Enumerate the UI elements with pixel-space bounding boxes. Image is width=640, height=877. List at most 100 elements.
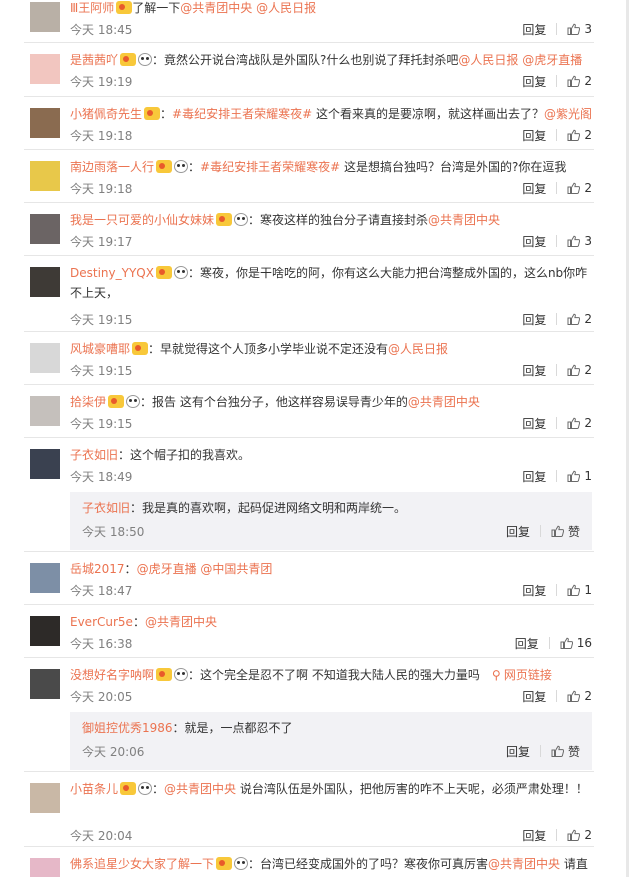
reply-button[interactable]: 回复 — [515, 635, 549, 652]
reply-button[interactable]: 回复 — [506, 743, 540, 760]
reply-user-name[interactable]: 御姐控优秀1986 — [82, 721, 173, 735]
like-button[interactable]: 2 — [567, 181, 592, 195]
mention-link[interactable]: @共青团中央 — [180, 1, 252, 15]
thumbs-up-icon — [567, 182, 581, 194]
thumbs-up-icon — [551, 525, 565, 537]
mention-link[interactable]: @人民日报 — [256, 1, 316, 15]
avatar[interactable] — [30, 214, 60, 244]
comment-actions: 回复 3 — [522, 231, 592, 251]
like-button[interactable]: 2 — [567, 828, 592, 842]
reply-button[interactable]: 回复 — [522, 311, 556, 328]
mention-link[interactable]: @人民日报 — [458, 53, 518, 67]
user-name[interactable]: 拾柒伊 — [70, 395, 106, 409]
action-divider — [548, 637, 550, 649]
reply-user-name[interactable]: 子衣如旧 — [82, 501, 130, 515]
avatar[interactable] — [30, 2, 60, 32]
like-count: 16 — [576, 636, 592, 650]
reply-button[interactable]: 回复 — [522, 127, 556, 144]
avatar[interactable] — [30, 669, 60, 699]
like-button[interactable]: 2 — [567, 128, 592, 142]
hashtag-link[interactable]: #毒纪安排王者荣耀寒夜# — [172, 107, 312, 121]
mention-link[interactable]: @虎牙直播 — [137, 562, 197, 576]
like-count: 2 — [584, 74, 592, 88]
reply-button[interactable]: 回复 — [522, 827, 556, 844]
user-name[interactable]: Ⅲ王阿师 — [70, 1, 114, 15]
mention-link[interactable]: @虎牙直播 — [522, 53, 582, 67]
like-button[interactable]: 2 — [567, 74, 592, 88]
user-name[interactable]: 子衣如旧 — [70, 448, 118, 462]
avatar[interactable] — [30, 616, 60, 646]
avatar[interactable] — [30, 449, 60, 479]
scrollbar-track[interactable] — [626, 0, 629, 877]
mention-link[interactable]: @共青团中央 — [408, 395, 480, 409]
avatar[interactable] — [30, 267, 60, 297]
user-name[interactable]: 佛系追星少女大家了解一下 — [70, 857, 214, 871]
like-button[interactable]: 16 — [560, 636, 592, 650]
comment-time: 今天 19:15 — [70, 313, 133, 327]
avatar[interactable] — [30, 343, 60, 373]
like-button[interactable]: 2 — [567, 416, 592, 430]
panda-emoji-icon — [126, 395, 141, 408]
reply-button[interactable]: 回复 — [522, 415, 556, 432]
avatar[interactable] — [30, 161, 60, 191]
mention-link[interactable]: @共青团中央 — [164, 782, 236, 796]
action-divider — [556, 129, 558, 141]
vip-badge-icon — [216, 857, 233, 870]
mention-link[interactable]: @人民日报 — [388, 342, 448, 356]
mention-link[interactable]: @共青团中央 — [428, 213, 500, 227]
like-button[interactable]: 赞 — [551, 523, 580, 540]
comment-text: ：寒夜这样的独台分子请直接封杀 — [248, 213, 429, 227]
user-name[interactable]: 风城豪嘈耶 — [70, 342, 130, 356]
mention-link[interactable]: @共青团中央 — [145, 615, 217, 629]
hashtag-link[interactable]: #毒纪安排王者荣耀寒夜# — [200, 160, 340, 174]
user-name[interactable]: 没想好名字呐啊 — [70, 668, 154, 682]
user-name[interactable]: 小苗条儿 — [70, 782, 118, 796]
like-button[interactable]: 2 — [567, 689, 592, 703]
scrollbar[interactable] — [614, 0, 640, 877]
user-name[interactable]: EverCur5e — [70, 615, 133, 629]
vip-badge-icon — [132, 342, 149, 355]
action-divider — [556, 182, 558, 194]
like-button[interactable]: 赞 — [551, 743, 580, 760]
avatar[interactable] — [30, 783, 60, 813]
avatar[interactable] — [30, 396, 60, 426]
like-button[interactable]: 1 — [567, 469, 592, 483]
reply-button[interactable]: 回复 — [522, 468, 556, 485]
comment-divider — [24, 551, 594, 552]
like-button[interactable]: 2 — [567, 312, 592, 326]
user-name[interactable]: 我是一只可爱的小仙女妹妹 — [70, 213, 214, 227]
user-name[interactable]: 小猪佩奇先生 — [70, 107, 142, 121]
user-name[interactable]: Destiny_YYQX — [70, 266, 154, 280]
reply-button[interactable]: 回复 — [522, 73, 556, 90]
avatar[interactable] — [30, 54, 60, 84]
comment-body: 我是一只可爱的小仙女妹妹 ：寒夜这样的独台分子请直接封杀@共青团中央 — [70, 210, 592, 230]
avatar[interactable] — [30, 858, 60, 877]
like-button[interactable]: 3 — [567, 22, 592, 36]
action-divider — [556, 235, 558, 247]
reply-button[interactable]: 回复 — [522, 582, 556, 599]
like-button[interactable]: 3 — [567, 234, 592, 248]
comment-divider — [24, 771, 594, 772]
avatar[interactable] — [30, 108, 60, 138]
user-name[interactable]: 是茜茜吖 — [70, 53, 118, 67]
reply-button[interactable]: 回复 — [522, 21, 556, 38]
mention-link[interactable]: @共青团中央 — [488, 857, 560, 871]
vip-badge-icon — [108, 395, 125, 408]
mention-link[interactable]: @紫光阁 — [544, 107, 592, 121]
comment-text: 这个看来真的是要凉啊，就这样画出去了？ — [312, 107, 544, 121]
reply-button[interactable]: 回复 — [506, 523, 540, 540]
hashtag-link[interactable]: ： — [160, 107, 172, 121]
reply-button[interactable]: 回复 — [522, 688, 556, 705]
web-link[interactable]: ⚲ 网页链接 — [492, 668, 552, 682]
reply-button[interactable]: 回复 — [522, 180, 556, 197]
avatar[interactable] — [30, 563, 60, 593]
comment-text: ： — [124, 562, 137, 576]
reply-button[interactable]: 回复 — [522, 233, 556, 250]
user-name[interactable]: 南边雨落一人行 — [70, 160, 154, 174]
reply-button[interactable]: 回复 — [522, 362, 556, 379]
like-button[interactable]: 1 — [567, 583, 592, 597]
like-button[interactable]: 2 — [567, 363, 592, 377]
user-name[interactable]: 岳城2017 — [70, 562, 125, 576]
hashtag-link[interactable]: ： — [188, 160, 200, 174]
mention-link[interactable]: @中国共青团 — [200, 562, 272, 576]
